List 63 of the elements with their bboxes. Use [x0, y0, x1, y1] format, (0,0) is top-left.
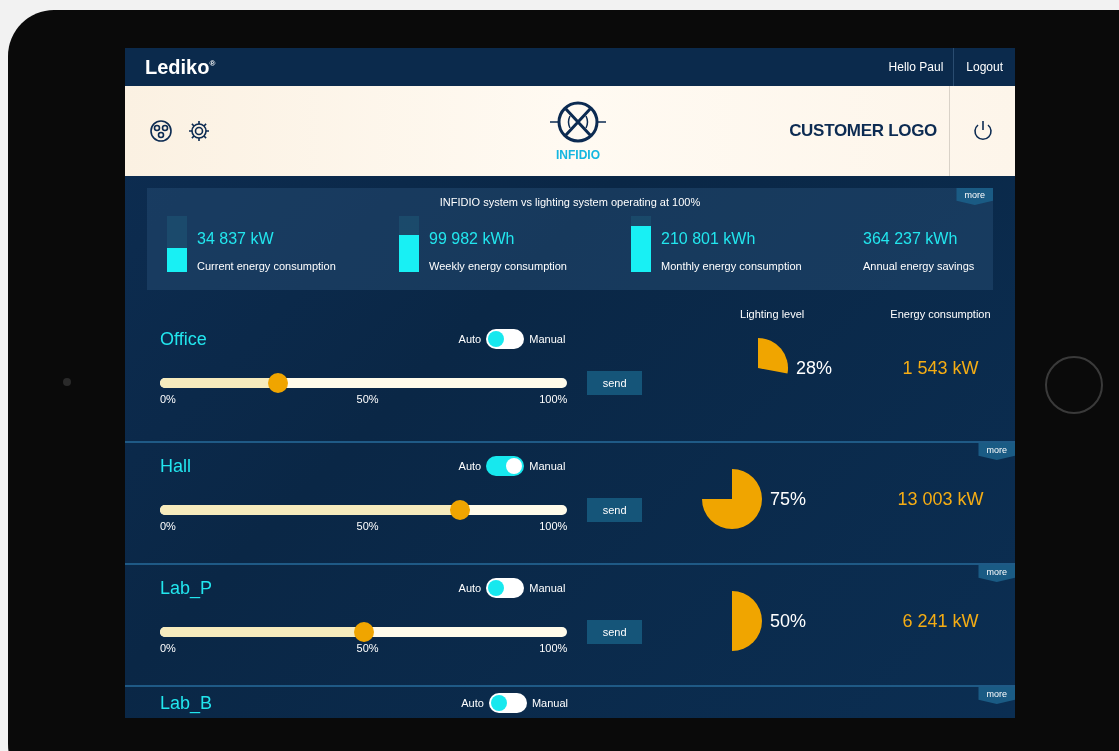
tick-label: 50%: [356, 393, 379, 405]
mode-toggle[interactable]: [488, 693, 527, 713]
manual-label: Manual: [529, 333, 566, 345]
mode-toggle[interactable]: [486, 329, 525, 349]
send-button[interactable]: send: [587, 620, 643, 644]
tick-label: 50%: [356, 520, 379, 532]
more-tab[interactable]: more: [978, 443, 1015, 460]
auto-label: Auto: [458, 333, 482, 345]
column-header: Lighting level: [740, 308, 806, 322]
slider-thumb[interactable]: [450, 500, 471, 520]
mode-toggle[interactable]: [486, 456, 525, 476]
slider-thumb[interactable]: [268, 373, 289, 393]
stat-label: Monthly energy consumption: [661, 260, 802, 272]
send-button[interactable]: send: [587, 498, 643, 522]
stat-label: Annual energy savings: [863, 260, 975, 272]
more-tab[interactable]: more: [956, 188, 993, 205]
manual-label: Manual: [529, 582, 566, 594]
room-name: Lab_B: [160, 692, 214, 714]
room-name: Office: [160, 328, 208, 350]
tick-label: 0%: [160, 642, 176, 654]
auto-label: Auto: [458, 460, 482, 472]
room-name: Hall: [160, 455, 192, 477]
auto-label: Auto: [458, 582, 482, 594]
settings-icon[interactable]: [187, 119, 211, 143]
tick-label: 0%: [160, 393, 176, 405]
slider-thumb[interactable]: [353, 622, 374, 642]
tick-label: 100%: [539, 642, 568, 654]
mode-toggle[interactable]: [486, 578, 525, 598]
stat-label: Weekly energy consumption: [429, 260, 567, 272]
manual-label: Manual: [529, 460, 566, 472]
more-tab[interactable]: more: [978, 565, 1015, 582]
lighting-percent: 50%: [770, 610, 807, 632]
slider-track[interactable]: [160, 500, 568, 520]
tick-label: 50%: [356, 642, 379, 654]
tick-label: 100%: [539, 520, 568, 532]
stat-label: Current energy consumption: [197, 260, 336, 272]
lighting-percent: 28%: [796, 357, 833, 379]
stat-value: 34 837 kW: [197, 230, 275, 248]
stat-value: 210 801 kWh: [661, 230, 757, 248]
room-name: Lab_P: [160, 577, 214, 599]
stat-value: 99 982 kWh: [429, 230, 516, 248]
send-button[interactable]: send: [587, 371, 643, 395]
tick-label: 100%: [539, 393, 568, 405]
customer-logo: CUSTOMER LOGO: [788, 121, 938, 141]
energy-value: 13 003 kW: [897, 487, 984, 511]
camera-dot: [62, 378, 71, 386]
column-header: Energy consumption: [890, 308, 991, 322]
logo-icon: [548, 100, 608, 144]
logo-text: INFIDIO: [556, 148, 600, 162]
manual-label: Manual: [531, 697, 568, 709]
energy-value: 6 241 kW: [902, 609, 979, 633]
lighting-percent: 75%: [770, 488, 807, 510]
summary-title: INFIDIO system vs lighting system operating at 100%: [439, 196, 701, 208]
slider-track[interactable]: [160, 622, 568, 642]
tick-label: 0%: [160, 520, 176, 532]
reel-icon[interactable]: [149, 119, 173, 143]
auto-label: Auto: [461, 697, 484, 709]
energy-value: 1 543 kW: [902, 356, 979, 380]
brand-logo: Lediko$^{®}$: [145, 55, 217, 79]
greeting: Hello Paul: [887, 60, 945, 74]
more-tab[interactable]: more: [978, 687, 1015, 704]
stat-value: 364 237 kWh: [863, 230, 959, 248]
slider-track[interactable]: [160, 373, 568, 393]
